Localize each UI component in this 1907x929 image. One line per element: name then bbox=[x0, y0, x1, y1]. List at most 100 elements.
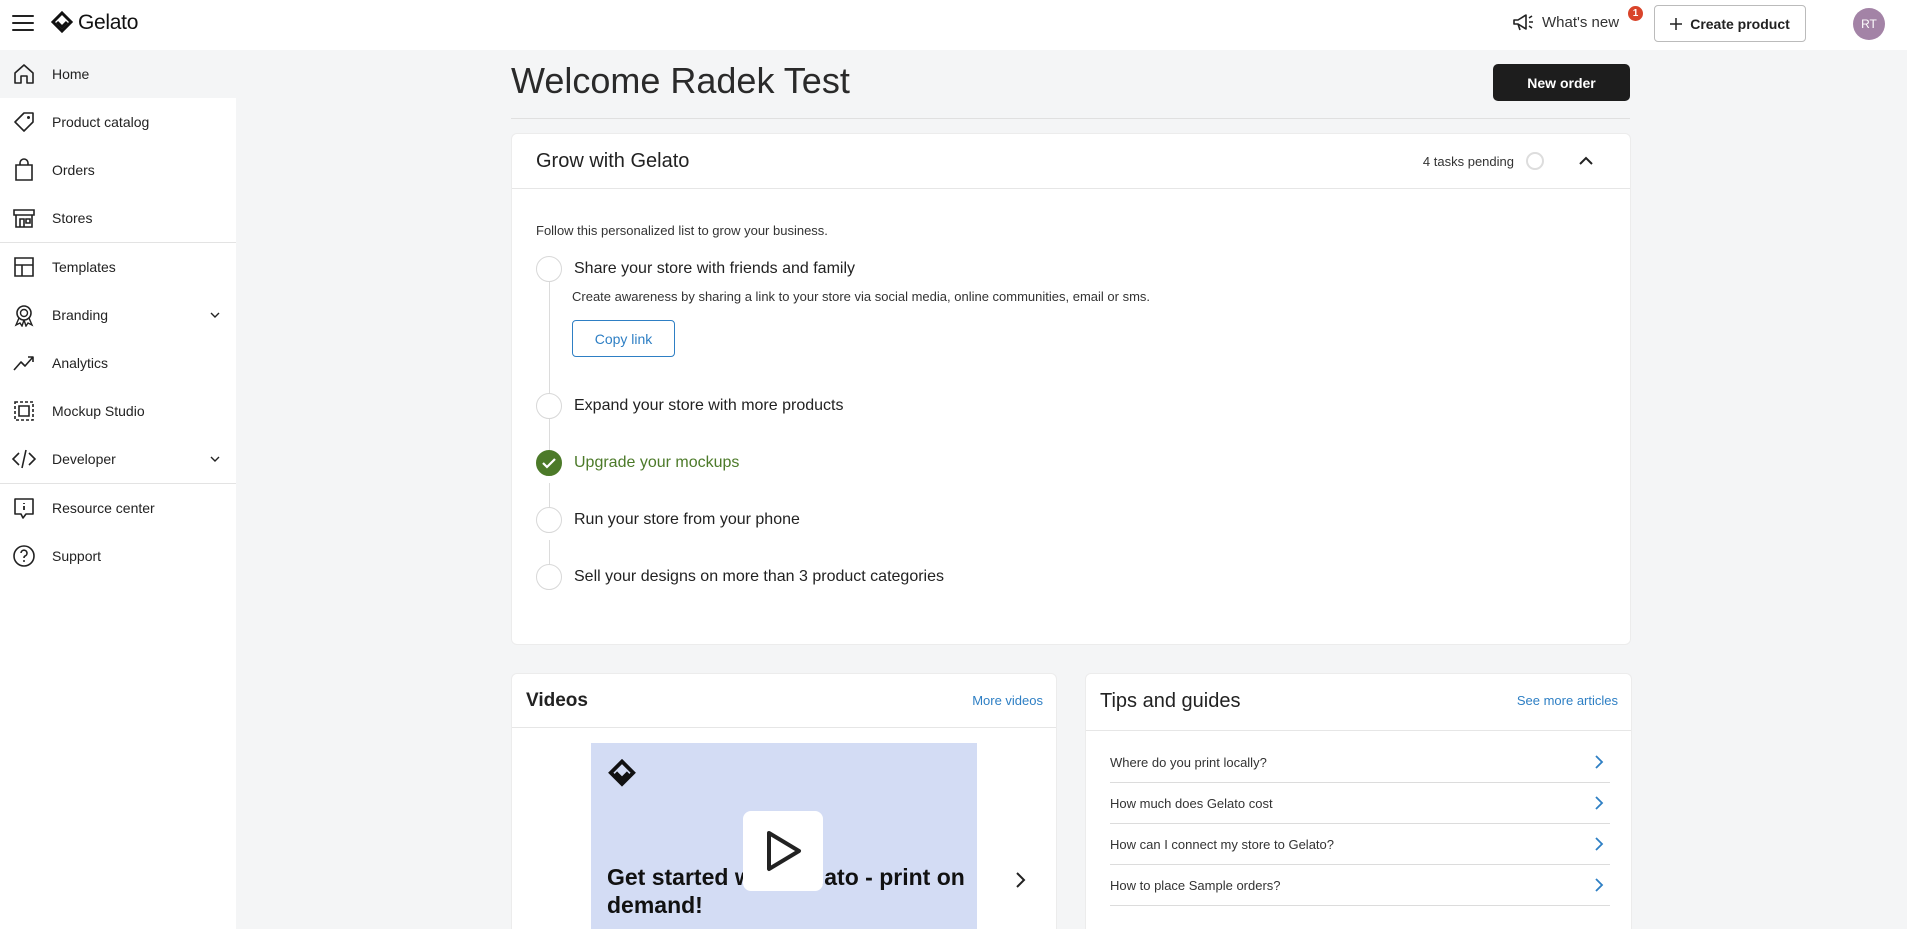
new-order-button[interactable]: New order bbox=[1493, 64, 1630, 101]
help-icon bbox=[13, 545, 35, 567]
tip-label: How can I connect my store to Gelato? bbox=[1110, 836, 1334, 852]
list-item[interactable]: How can I connect my store to Gelato? bbox=[1110, 824, 1610, 865]
task-checkbox[interactable] bbox=[536, 507, 562, 533]
grow-with-gelato-card: Grow with Gelato 4 tasks pending Follow … bbox=[511, 133, 1631, 645]
whats-new-label: What's new bbox=[1542, 13, 1620, 31]
tasks-pending-label: 4 tasks pending bbox=[1422, 153, 1514, 169]
chevron-right-icon bbox=[1595, 796, 1604, 810]
sidebar-item-label: Branding bbox=[52, 307, 109, 323]
task-upgrade-mockups[interactable]: Upgrade your mockups bbox=[536, 450, 739, 476]
tag-icon bbox=[14, 112, 34, 132]
task-checkbox-checked[interactable] bbox=[536, 450, 562, 476]
sidebar-item-resource-center[interactable]: Resource center bbox=[0, 484, 236, 532]
sidebar-item-label: Home bbox=[52, 66, 90, 82]
divider bbox=[511, 118, 1630, 119]
sidebar-item-label: Resource center bbox=[52, 500, 155, 516]
task-run-from-phone[interactable]: Run your store from your phone bbox=[536, 507, 800, 533]
task-description: Create awareness by sharing a link to yo… bbox=[572, 289, 1151, 304]
chevron-down-icon bbox=[210, 456, 220, 462]
tip-label: How to place Sample orders? bbox=[1110, 877, 1281, 893]
code-icon bbox=[12, 449, 36, 469]
grow-card-header[interactable]: Grow with Gelato 4 tasks pending bbox=[512, 134, 1630, 189]
task-expand-store[interactable]: Expand your store with more products bbox=[536, 393, 843, 419]
create-product-label: Create product bbox=[1690, 15, 1790, 32]
task-label: Expand your store with more products bbox=[574, 397, 844, 414]
sidebar-item-label: Analytics bbox=[52, 355, 109, 371]
task-label: Share your store with friends and family bbox=[574, 260, 856, 277]
sidebar-item-orders[interactable]: Orders bbox=[0, 146, 236, 194]
gelato-logo[interactable]: Gelato bbox=[50, 11, 138, 35]
sidebar-item-templates[interactable]: Templates bbox=[0, 243, 236, 291]
progress-ring-icon bbox=[1526, 152, 1544, 170]
chevron-right-icon[interactable] bbox=[1010, 870, 1030, 890]
sidebar-item-label: Templates bbox=[52, 259, 116, 275]
sidebar-item-label: Product catalog bbox=[52, 114, 150, 130]
avatar[interactable]: RT bbox=[1853, 8, 1885, 40]
sidebar-item-label: Support bbox=[52, 548, 102, 564]
mockup-icon bbox=[14, 401, 34, 421]
checkmark-icon bbox=[542, 458, 556, 469]
tasks-pending-status: 4 tasks pending bbox=[1423, 152, 1544, 170]
task-checkbox[interactable] bbox=[536, 564, 562, 590]
task-label: Upgrade your mockups bbox=[574, 454, 740, 471]
task-sell-categories[interactable]: Sell your designs on more than 3 product… bbox=[536, 564, 944, 590]
megaphone-icon bbox=[1513, 14, 1533, 31]
sidebar-item-label: Developer bbox=[52, 451, 116, 467]
sidebar-item-label: Stores bbox=[52, 210, 93, 226]
tips-and-guides-card: Tips and guides See more articles Where … bbox=[1085, 673, 1632, 929]
sidebar-item-support[interactable]: Support bbox=[0, 532, 236, 580]
task-checkbox[interactable] bbox=[536, 393, 562, 419]
tips-card-header: Tips and guides See more articles bbox=[1086, 674, 1631, 731]
logo-text: Gelato bbox=[78, 11, 139, 34]
tip-label: Where do you print locally? bbox=[1110, 754, 1267, 770]
play-icon bbox=[767, 831, 801, 871]
menu-icon[interactable] bbox=[12, 12, 34, 34]
chevron-up-icon[interactable] bbox=[1578, 154, 1594, 168]
see-more-articles-link[interactable]: See more articles bbox=[1517, 693, 1618, 708]
chevron-right-icon bbox=[1595, 755, 1604, 769]
sidebar: Home Product catalog Orders Stores Templ… bbox=[0, 50, 236, 929]
sidebar-item-product-catalog[interactable]: Product catalog bbox=[0, 98, 236, 146]
store-icon bbox=[13, 209, 35, 228]
home-icon bbox=[14, 64, 34, 84]
grow-intro-text: Follow this personalized list to grow yo… bbox=[536, 223, 828, 238]
copy-link-button[interactable]: Copy link bbox=[572, 320, 675, 357]
sidebar-item-analytics[interactable]: Analytics bbox=[0, 339, 236, 387]
task-label: Sell your designs on more than 3 product… bbox=[574, 568, 944, 585]
gelato-logo-icon bbox=[50, 11, 74, 34]
task-share-store[interactable]: Share your store with friends and family bbox=[536, 256, 855, 282]
notification-badge: 1 bbox=[1628, 6, 1643, 21]
task-checkbox[interactable] bbox=[536, 256, 562, 282]
plus-icon bbox=[1670, 17, 1683, 30]
info-icon bbox=[14, 498, 34, 519]
sidebar-item-label: Orders bbox=[52, 162, 95, 178]
chevron-down-icon bbox=[210, 312, 220, 318]
sidebar-item-developer[interactable]: Developer bbox=[0, 435, 236, 483]
list-item[interactable]: How much does Gelato cost bbox=[1110, 783, 1610, 824]
chevron-right-icon bbox=[1595, 837, 1604, 851]
create-product-button[interactable]: Create product bbox=[1654, 5, 1806, 42]
sidebar-item-stores[interactable]: Stores bbox=[0, 194, 236, 242]
trend-icon bbox=[13, 356, 34, 371]
videos-card-title: Videos bbox=[526, 690, 588, 711]
list-item[interactable]: Where do you print locally? bbox=[1110, 742, 1610, 783]
chevron-right-icon bbox=[1595, 878, 1604, 892]
whats-new-button[interactable]: What's new bbox=[1512, 12, 1619, 32]
sidebar-item-label: Mockup Studio bbox=[52, 403, 145, 419]
sidebar-item-mockup-studio[interactable]: Mockup Studio bbox=[0, 387, 236, 435]
tip-label: How much does Gelato cost bbox=[1110, 795, 1273, 811]
sidebar-item-home[interactable]: Home bbox=[0, 50, 236, 98]
more-videos-link[interactable]: More videos bbox=[972, 693, 1043, 708]
videos-card-header: Videos More videos bbox=[512, 674, 1056, 728]
grow-card-title: Grow with Gelato bbox=[536, 149, 690, 172]
list-item[interactable]: How to place Sample orders? bbox=[1110, 865, 1610, 906]
page-title: Welcome Radek Test bbox=[511, 60, 850, 101]
video-thumbnail[interactable]: Get started with Gelato - print on deman… bbox=[591, 743, 977, 929]
sidebar-item-branding[interactable]: Branding bbox=[0, 291, 236, 339]
videos-card: Videos More videos Get started with Gela… bbox=[511, 673, 1057, 929]
top-bar: Gelato What's new 1 Create product RT bbox=[0, 0, 1907, 50]
play-button[interactable] bbox=[743, 811, 823, 891]
tips-card-title: Tips and guides bbox=[1100, 690, 1241, 712]
shopping-bag-icon bbox=[15, 158, 33, 181]
task-label: Run your store from your phone bbox=[574, 511, 800, 528]
